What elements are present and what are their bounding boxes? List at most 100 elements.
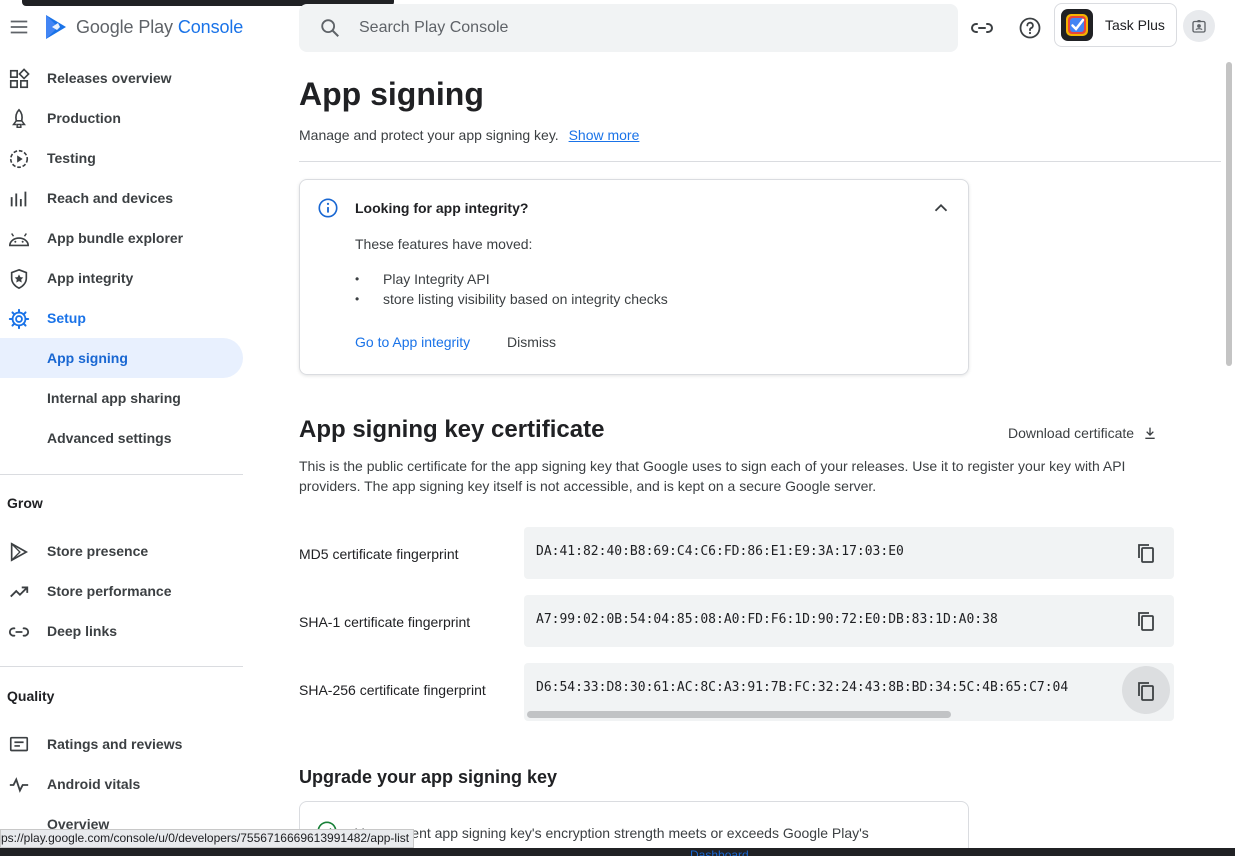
upgrade-section-title: Upgrade your app signing key — [299, 767, 558, 787]
page-scrollbar[interactable] — [1226, 62, 1232, 366]
sidebar-item-setup[interactable]: Setup — [0, 298, 243, 338]
app-logo-icon — [1061, 9, 1093, 41]
download-icon — [1145, 427, 1155, 439]
sidebar-item-label: Testing — [47, 150, 96, 166]
sidebar-item-testing[interactable]: Testing — [0, 138, 243, 178]
play-triangle-icon — [10, 542, 29, 562]
sha256-fingerprint-field[interactable]: D6:54:33:D8:30:61:AC:8C:A3:91:7B:FC:32:2… — [524, 663, 1174, 721]
shield-icon — [10, 268, 28, 290]
sidebar-item-production[interactable]: Production — [0, 98, 243, 138]
sidebar-item-app-signing[interactable]: App signing — [0, 338, 243, 378]
info-icon — [318, 198, 338, 218]
chevron-up-icon[interactable] — [930, 197, 952, 219]
sidebar-item-android-vitals[interactable]: Android vitals — [0, 764, 243, 804]
main-content: App signing Manage and protect your app … — [299, 56, 1221, 856]
copy-icon[interactable] — [1134, 679, 1158, 703]
app-switcher[interactable]: Task Plus — [1054, 3, 1177, 47]
play-logo-icon — [46, 15, 66, 39]
link-status-url: ps://play.google.com/console/u/0/develop… — [0, 829, 415, 848]
download-certificate-button[interactable]: Download certificate — [1008, 425, 1158, 441]
md5-label: MD5 certificate fingerprint — [299, 546, 459, 562]
copy-icon[interactable] — [1134, 609, 1158, 633]
sidebar-item-store-performance[interactable]: Store performance — [0, 571, 243, 611]
sidebar-section-quality: Quality — [7, 688, 55, 704]
sidebar-divider — [0, 474, 243, 475]
sidebar-item-releases-overview[interactable]: Releases overview — [0, 58, 243, 98]
vitals-icon — [9, 777, 29, 793]
gear-icon — [8, 308, 30, 330]
top-app-bar: Google Play Console Task Plus — [0, 0, 1235, 56]
sidebar-item-advanced-settings[interactable]: Advanced settings — [0, 418, 243, 458]
sidebar-item-deep-links[interactable]: Deep links — [0, 611, 243, 651]
sidebar-nav: Releases overview Production Testing Rea… — [0, 58, 243, 856]
bar-chart-icon — [10, 191, 27, 207]
link-icon — [8, 627, 30, 637]
trending-icon — [10, 586, 29, 598]
app-name: Task Plus — [1105, 17, 1165, 33]
page-subtitle: Manage and protect your app signing key.… — [299, 127, 639, 143]
title-divider — [299, 161, 1221, 162]
subtitle-text: Manage and protect your app signing key. — [299, 127, 559, 143]
sidebar-item-label: App bundle explorer — [47, 230, 184, 246]
card-title: Looking for app integrity? — [355, 200, 529, 216]
sidebar-item-label: Ratings and reviews — [47, 736, 183, 752]
account-badge-icon — [1192, 20, 1206, 33]
certificate-section-title: App signing key certificate — [299, 416, 605, 443]
sidebar-divider — [0, 666, 243, 667]
sidebar-item-label: Android vitals — [47, 776, 141, 792]
sidebar-item-ratings-and-reviews[interactable]: Ratings and reviews — [0, 724, 243, 764]
sidebar-item-label: Setup — [47, 310, 86, 326]
fingerprint-value[interactable]: DA:41:82:40:B8:69:C4:C6:FD:86:E1:E9:3A:1… — [536, 544, 904, 559]
sha1-label: SHA-1 certificate fingerprint — [299, 614, 471, 630]
certificate-description: This is the public certificate for the a… — [299, 458, 1126, 494]
sidebar-item-label: Internal app sharing — [47, 390, 181, 406]
reviews-icon — [9, 736, 29, 752]
sidebar-item-internal-app-sharing[interactable]: Internal app sharing — [0, 378, 243, 418]
logo-text: Google Play Console — [76, 16, 244, 37]
dismiss-button[interactable]: Dismiss — [507, 334, 556, 350]
sidebar-item-label: App signing — [47, 350, 128, 366]
menu-icon[interactable] — [8, 16, 30, 38]
download-label: Download certificate — [1008, 425, 1135, 441]
sidebar-item-label: Reach and devices — [47, 190, 174, 206]
list-item: store listing visibility based on integr… — [355, 289, 668, 309]
sidebar-item-app-bundle-explorer[interactable]: App bundle explorer — [0, 218, 243, 258]
sha1-fingerprint-field[interactable]: A7:99:02:0B:54:04:85:08:A0:FD:F6:1D:90:7… — [524, 595, 1174, 647]
search-input[interactable] — [359, 19, 919, 37]
sidebar-item-reach-and-devices[interactable]: Reach and devices — [0, 178, 243, 218]
sidebar-item-label: Store presence — [47, 543, 149, 559]
rocket-icon — [12, 108, 26, 128]
partial-dashboard-tab[interactable]: Dashboard — [690, 848, 749, 856]
md5-fingerprint-field[interactable]: DA:41:82:40:B8:69:C4:C6:FD:86:E1:E9:3A:1… — [524, 527, 1174, 579]
app-integrity-notice-card: Looking for app integrity? These feature… — [299, 179, 969, 375]
android-icon — [9, 233, 29, 247]
list-item: Play Integrity API — [355, 269, 668, 289]
help-icon[interactable] — [1018, 16, 1042, 40]
sha256-label: SHA-256 certificate fingerprint — [299, 682, 486, 698]
search-bar[interactable] — [299, 4, 958, 52]
fingerprint-value[interactable]: D6:54:33:D8:30:61:AC:8C:A3:91:7B:FC:32:2… — [536, 680, 1068, 695]
account-button[interactable] — [1183, 10, 1215, 42]
link-icon[interactable] — [970, 16, 994, 40]
horizontal-scrollbar[interactable] — [527, 711, 951, 718]
sidebar-item-label: Deep links — [47, 623, 118, 639]
bottom-taskbar: Dashboard — [0, 848, 1235, 856]
fingerprint-value[interactable]: A7:99:02:0B:54:04:85:08:A0:FD:F6:1D:90:7… — [536, 612, 998, 627]
moved-features-list: Play Integrity API store listing visibil… — [355, 269, 668, 309]
go-to-app-integrity-button[interactable]: Go to App integrity — [355, 334, 470, 350]
show-more-link[interactable]: Show more — [569, 127, 640, 143]
play-circle-icon — [9, 149, 29, 169]
search-icon — [321, 19, 339, 37]
page-title: App signing — [299, 76, 484, 112]
card-text: These features have moved: — [355, 236, 533, 252]
sidebar-item-store-presence[interactable]: Store presence — [0, 531, 243, 571]
sidebar-item-label: App integrity — [47, 270, 134, 286]
sidebar-item-label: Store performance — [47, 583, 172, 599]
sidebar-item-label: Production — [47, 110, 121, 126]
copy-icon[interactable] — [1134, 541, 1158, 565]
sidebar-item-label: Releases overview — [47, 70, 172, 86]
sidebar-item-app-integrity[interactable]: App integrity — [0, 258, 243, 298]
play-console-logo[interactable]: Google Play Console — [44, 14, 243, 40]
sidebar-section-grow: Grow — [7, 495, 43, 511]
sidebar-item-label: Advanced settings — [47, 430, 172, 446]
